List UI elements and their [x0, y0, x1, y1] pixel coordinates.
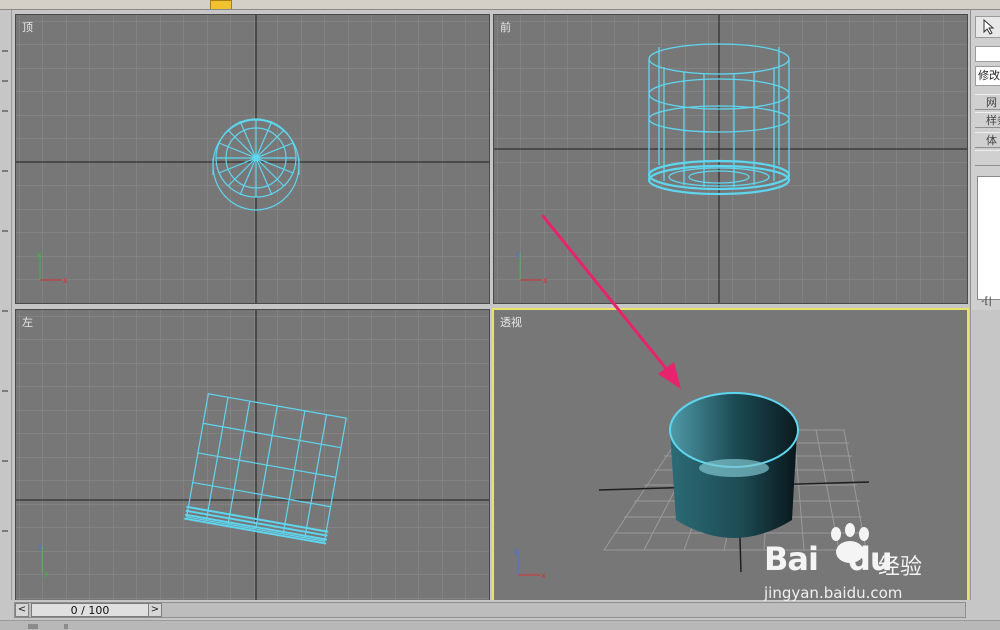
- viewport-label[interactable]: 左: [22, 314, 33, 330]
- stack-controls[interactable]: -[|: [981, 296, 992, 307]
- modifier-list-dropdown[interactable]: 修改: [975, 66, 1000, 86]
- svg-text:x: x: [541, 571, 546, 580]
- rollout-button-body[interactable]: 体: [975, 132, 1000, 148]
- watermark-url: jingyan.baidu.com: [764, 584, 903, 602]
- viewport-top[interactable]: y x 顶: [15, 14, 490, 304]
- viewport-label[interactable]: 顶: [22, 19, 33, 35]
- material-icon[interactable]: [860, 0, 874, 8]
- command-panel-lower: [970, 310, 1000, 602]
- undo-icon[interactable]: [20, 0, 34, 8]
- link-icon[interactable]: [90, 0, 104, 8]
- left-arrow-icon[interactable]: <: [15, 603, 29, 617]
- left-tool-strip: [0, 10, 12, 602]
- select-tool-button[interactable]: [210, 0, 232, 9]
- svg-text:z: z: [514, 547, 518, 556]
- svg-text:z: z: [516, 250, 520, 259]
- select-arrow-icon[interactable]: [975, 16, 1000, 38]
- rotate-icon[interactable]: [370, 0, 384, 8]
- track-bar: [0, 620, 1000, 630]
- svg-text:x: x: [543, 276, 548, 285]
- spellcheck-icon[interactable]: [680, 0, 694, 8]
- viewport-label[interactable]: 前: [500, 19, 511, 35]
- key-icon: [28, 624, 38, 629]
- svg-text:x: x: [63, 276, 68, 285]
- watermark-brand: Bai du: [764, 540, 893, 578]
- svg-text:z: z: [38, 543, 42, 552]
- main-toolbar: [0, 0, 1000, 10]
- viewport-left-canvas: z y: [16, 310, 489, 600]
- viewport-top-canvas: y x: [16, 15, 489, 303]
- svg-text:y: y: [36, 250, 41, 259]
- rollout-button-mesh[interactable]: 网: [975, 94, 1000, 110]
- region-select-icon[interactable]: [270, 0, 284, 8]
- viewport-left[interactable]: z y 左: [15, 309, 490, 601]
- svg-text:y: y: [44, 569, 49, 578]
- render-icon[interactable]: [930, 0, 944, 8]
- rollout-button-spline[interactable]: 样条: [975, 112, 1000, 128]
- watermark-cn: 经验: [878, 555, 923, 580]
- baidu-watermark: Bai du 经验 jingyan.baidu.com: [760, 520, 960, 610]
- max-window: y x 顶 z x 前 z y 左 z x 透视 修改 网 样 体 -[| < …: [0, 0, 1000, 630]
- command-panel: 修改 网 样条 体 -[|: [970, 10, 1000, 310]
- right-arrow-icon[interactable]: >: [148, 603, 162, 617]
- viewport-layout: y x 顶 z x 前 z y 左 z x 透视: [13, 11, 970, 604]
- time-slider-thumb[interactable]: 0 / 100: [31, 603, 149, 617]
- window-crossing-icon[interactable]: [300, 0, 314, 8]
- rollout-button-extra[interactable]: [975, 150, 1000, 166]
- cylinder-shaded: [669, 392, 799, 538]
- viewport-label[interactable]: 透视: [500, 314, 522, 330]
- move-icon[interactable]: [340, 0, 354, 8]
- viewport-front-canvas: z x: [494, 15, 967, 303]
- object-name-field[interactable]: [975, 46, 1000, 62]
- snap-icon[interactable]: [590, 0, 604, 8]
- viewport-front[interactable]: z x 前: [493, 14, 968, 304]
- modifier-stack-list[interactable]: [977, 176, 1000, 300]
